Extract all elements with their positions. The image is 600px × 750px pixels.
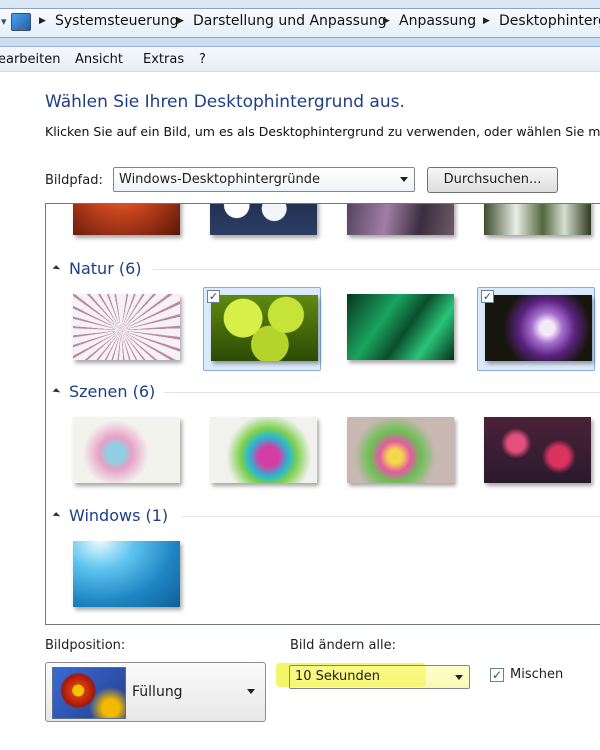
wallpaper-thumbnail[interactable] <box>477 410 595 494</box>
shuffle-label[interactable]: Mischen <box>510 667 563 682</box>
control-panel-icon <box>11 13 31 31</box>
breadcrumb-separator-icon[interactable]: ▶ <box>177 16 184 26</box>
dropdown-arrow-icon <box>455 675 463 680</box>
wallpaper-image <box>210 417 317 483</box>
menu-ansicht[interactable]: Ansicht <box>75 52 123 67</box>
wallpaper-thumbnail[interactable] <box>203 410 321 494</box>
wallpaper-thumbnail[interactable] <box>340 204 458 246</box>
group-divider <box>181 516 600 517</box>
breadcrumb-desktophintergrund[interactable]: Desktophintergr <box>499 13 600 29</box>
menu-extras[interactable]: Extras <box>143 52 184 67</box>
breadcrumb-systemsteuerung[interactable]: Systemsteuerung <box>55 13 178 29</box>
address-field[interactable]: ▾ ▶ Systemsteuerung ▶ Darstellung und An… <box>0 8 600 38</box>
wallpaper-gallery[interactable]: Natur (6) ✓ ✓ Szenen (6) Windows (1) <box>45 203 600 625</box>
menu-bar: earbeiten Ansicht Extras ? <box>0 47 600 72</box>
group-title: Szenen (6) <box>69 382 156 401</box>
wallpaper-image <box>73 541 180 607</box>
browse-button[interactable]: Durchsuchen... <box>427 167 558 193</box>
wallpaper-thumbnail[interactable] <box>66 534 184 618</box>
wallpaper-image <box>347 204 454 235</box>
position-preview-image <box>52 667 126 719</box>
address-bar: ▾ ▶ Systemsteuerung ▶ Darstellung und An… <box>0 0 600 47</box>
picture-location-value: Windows-Desktophintergründe <box>119 172 320 187</box>
collapse-triangle-icon[interactable] <box>52 265 61 273</box>
wallpaper-image <box>211 295 318 361</box>
breadcrumb-darstellung[interactable]: Darstellung und Anpassung <box>193 13 387 29</box>
wallpaper-image <box>484 417 591 483</box>
page-title: Wählen Sie Ihren Desktophintergrund aus. <box>45 92 405 112</box>
breadcrumb-separator-icon[interactable]: ▶ <box>383 16 390 26</box>
menu-bearbeiten[interactable]: earbeiten <box>0 52 61 67</box>
wallpaper-image <box>210 204 317 235</box>
wallpaper-thumbnail[interactable] <box>340 410 458 494</box>
picture-position-label: Bildposition: <box>45 638 126 653</box>
picture-position-dropdown[interactable]: Füllung <box>45 662 266 722</box>
wallpaper-image <box>485 295 592 361</box>
group-title: Windows (1) <box>69 506 169 525</box>
collapse-triangle-icon[interactable] <box>52 388 61 396</box>
wallpaper-thumbnail[interactable] <box>66 410 184 494</box>
wallpaper-image <box>347 294 454 360</box>
change-interval-value: 10 Sekunden <box>295 669 381 684</box>
dropdown-arrow-icon <box>400 177 408 182</box>
page-instruction: Klicken Sie auf ein Bild, um es als Desk… <box>45 124 600 139</box>
collapse-triangle-icon[interactable] <box>52 512 61 520</box>
breadcrumb-anpassung[interactable]: Anpassung <box>399 13 476 29</box>
dropdown-arrow-icon <box>247 689 255 694</box>
wallpaper-image <box>73 204 180 235</box>
group-title: Natur (6) <box>69 259 142 278</box>
change-interval-dropdown[interactable]: 10 Sekunden <box>289 665 470 689</box>
recent-pages-arrow-icon[interactable]: ▾ <box>1 15 7 28</box>
wallpaper-thumbnail[interactable] <box>66 287 184 371</box>
wallpaper-image <box>73 417 180 483</box>
menu-help[interactable]: ? <box>199 52 206 67</box>
breadcrumb-separator-icon[interactable]: ▶ <box>483 16 490 26</box>
thumbnail-checkbox[interactable]: ✓ <box>481 290 494 303</box>
wallpaper-thumbnail[interactable] <box>477 204 595 246</box>
breadcrumb-separator-icon[interactable]: ▶ <box>39 16 46 26</box>
shuffle-checkbox[interactable]: ✓ <box>490 668 504 682</box>
wallpaper-thumbnail[interactable] <box>66 204 184 246</box>
group-divider <box>164 392 600 393</box>
picture-position-value: Füllung <box>132 684 183 700</box>
wallpaper-thumbnail[interactable] <box>203 204 321 246</box>
change-interval-label: Bild ändern alle: <box>290 638 397 653</box>
group-divider <box>153 269 600 270</box>
picture-location-dropdown[interactable]: Windows-Desktophintergründe <box>113 167 415 192</box>
wallpaper-image <box>73 294 180 360</box>
wallpaper-thumbnail-selected[interactable]: ✓ <box>477 287 595 371</box>
thumbnail-checkbox[interactable]: ✓ <box>207 290 220 303</box>
picture-location-label: Bildpfad: <box>45 173 103 188</box>
wallpaper-image <box>484 204 591 235</box>
wallpaper-thumbnail-selected[interactable]: ✓ <box>203 287 321 371</box>
wallpaper-image <box>347 417 454 483</box>
wallpaper-thumbnail[interactable] <box>340 287 458 371</box>
